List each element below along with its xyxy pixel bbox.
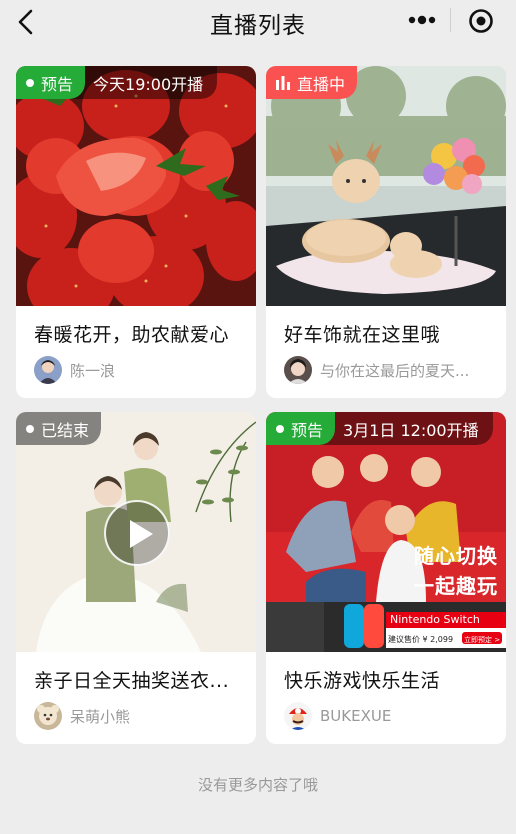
status-tag: 预告: [16, 66, 86, 99]
live-bars-icon: [276, 75, 290, 90]
avatar: [34, 356, 62, 384]
author-row[interactable]: BUKEXUE: [284, 702, 496, 730]
promo-slogan-line2: 一起趣玩: [414, 574, 498, 598]
cover-image: 已结束: [16, 412, 256, 652]
live-status-badge: 预告 今天19:00开播: [16, 66, 218, 99]
more-dots-icon[interactable]: [408, 13, 436, 27]
status-tag: 已结束: [16, 412, 102, 445]
target-icon[interactable]: [468, 8, 494, 34]
live-card[interactable]: 随心切换 一起趣玩 Nintendo Switch 建议售价 ¥ 2,099 立…: [266, 412, 506, 744]
avatar: [284, 356, 312, 384]
live-status-badge: 预告 3月1日 12:00开播: [266, 412, 493, 445]
end-of-list-hint: 没有更多内容了哦: [197, 776, 318, 794]
play-icon: [130, 520, 153, 548]
status-dot-icon: [26, 78, 34, 87]
cover-image: 随心切换 一起趣玩 Nintendo Switch 建议售价 ¥ 2,099 立…: [266, 412, 506, 652]
mini-program-capsule: [400, 2, 506, 38]
live-status-badge: 直播中: [266, 66, 358, 99]
promo-brand: Nintendo Switch: [390, 613, 480, 626]
avatar: [34, 702, 62, 730]
live-card[interactable]: 直播中 好车饰就在这里哦 与你在这最后的夏天...: [266, 66, 506, 398]
cover-image: 预告 今天19:00开播: [16, 66, 256, 306]
card-title: 快乐游戏快乐生活: [284, 670, 441, 692]
cover-image: 直播中: [266, 66, 506, 306]
live-card[interactable]: 预告 今天19:00开播 春暖花开，助农献爱心 陈一浪: [16, 66, 256, 398]
author-name: 陈一浪: [70, 361, 116, 380]
author-row[interactable]: 与你在这最后的夏天...: [284, 356, 496, 384]
strawberry-photo: [16, 66, 256, 306]
capsule-divider: [450, 8, 451, 32]
author-name: BUKEXUE: [320, 707, 392, 725]
author-name: 呆萌小熊: [70, 707, 131, 726]
promo-price: 建议售价 ¥ 2,099: [388, 635, 454, 644]
status-tag: 预告: [266, 412, 336, 445]
status-dot-icon: [26, 424, 34, 433]
status-dot-icon: [276, 424, 284, 433]
status-tag: 直播中: [266, 66, 358, 99]
card-title: 春暖花开，助农献爱心: [34, 324, 230, 346]
author-row[interactable]: 陈一浪: [34, 356, 246, 384]
avatar: [284, 702, 312, 730]
promo-cta: 立即预定 >: [464, 636, 501, 644]
start-time: 今天19:00开播: [67, 66, 218, 99]
author-name: 与你在这最后的夏天...: [320, 361, 470, 380]
author-row[interactable]: 呆萌小熊: [34, 702, 246, 730]
card-title: 亲子日全天抽奖送衣...: [34, 670, 230, 692]
car-decor-photo: [266, 66, 506, 306]
card-title: 好车饰就在这里哦: [284, 324, 441, 346]
nav-bar: 直播列表: [0, 0, 516, 44]
live-card[interactable]: 已结束 亲子日全天抽奖送衣... 呆萌小熊: [16, 412, 256, 744]
promo-slogan-line1: 随心切换: [414, 544, 498, 568]
play-button[interactable]: [104, 500, 170, 566]
start-time: 3月1日 12:00开播: [317, 412, 493, 445]
live-status-badge: 已结束: [16, 412, 102, 445]
